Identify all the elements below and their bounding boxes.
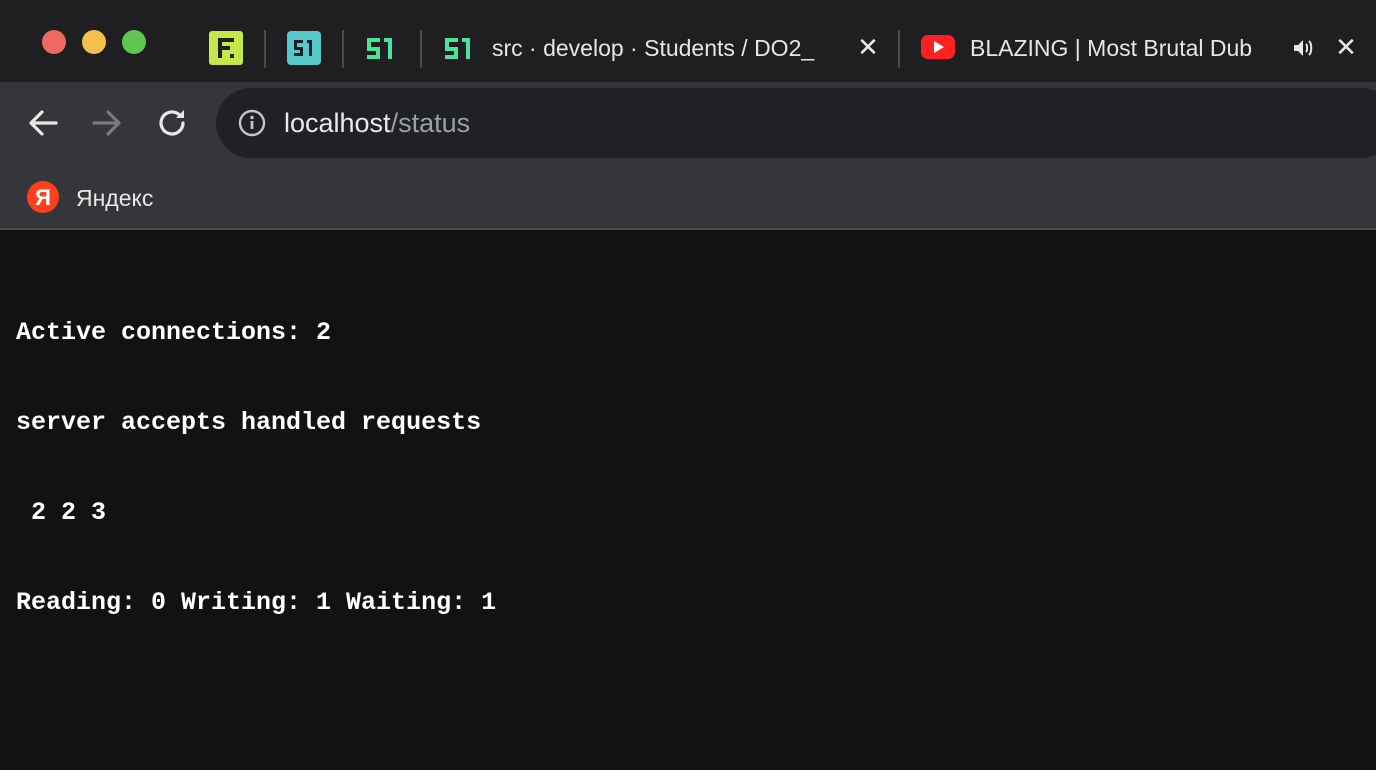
tab-separator (264, 30, 266, 68)
tab-title: src · develop · Students / DO2_ (492, 35, 815, 61)
back-arrow-icon (29, 110, 58, 136)
forward-arrow-icon (92, 110, 121, 136)
address-bar[interactable]: localhost/status (216, 88, 1376, 158)
page-content: Active connections: 2 server accepts han… (0, 232, 1376, 770)
forward-button[interactable] (86, 102, 128, 144)
tab-separator (898, 30, 900, 68)
back-button[interactable] (22, 102, 64, 144)
svg-text:Я: Я (35, 185, 51, 210)
pinned-tab-figma[interactable] (209, 31, 243, 65)
yandex-icon: Я (27, 181, 59, 213)
server-counts-line: 2 2 3 (16, 498, 107, 527)
window-maximize-button[interactable] (122, 30, 146, 54)
pinned-tab-21-teal[interactable] (287, 31, 321, 65)
reload-button[interactable] (151, 102, 193, 144)
youtube-icon (921, 35, 955, 59)
21-logo-icon (287, 31, 321, 65)
figma-style-f-icon (209, 31, 243, 65)
21-logo-icon (445, 38, 470, 59)
browser-toolbar: localhost/status (0, 82, 1376, 166)
tab-close-button[interactable]: ✕ (1331, 33, 1361, 63)
url-path: /status (390, 108, 471, 138)
reading-writing-waiting-line: Reading: 0 Writing: 1 Waiting: 1 (16, 588, 497, 617)
pinned-tab-21-green[interactable] (365, 31, 399, 65)
tab-separator (342, 30, 344, 68)
url-host: localhost (284, 108, 391, 138)
bookmark-label: Яндекс (76, 185, 154, 211)
21-logo-icon (367, 38, 392, 59)
active-connections-line: Active connections: 2 (16, 318, 332, 347)
tab-strip: src · develop · Students / DO2_ ✕ BLAZIN… (0, 0, 1376, 82)
audio-playing-icon[interactable] (1288, 33, 1318, 63)
reload-icon (159, 110, 185, 136)
tab-favicon (921, 34, 955, 60)
server-header-line: server accepts handled requests (16, 408, 482, 437)
tab-favicon (443, 31, 477, 65)
url-text[interactable]: localhost/status (284, 106, 470, 140)
window-minimize-button[interactable] (82, 30, 106, 54)
bookmarks-bar: Я Яндекс (0, 166, 1376, 230)
tab-separator (420, 30, 422, 68)
tab-close-button[interactable]: ✕ (853, 33, 883, 63)
window-close-button[interactable] (42, 30, 66, 54)
info-icon[interactable] (238, 109, 266, 137)
tab-title: BLAZING | Most Brutal Dub (970, 35, 1253, 61)
nginx-status-output: Active connections: 2 server accepts han… (16, 258, 496, 678)
